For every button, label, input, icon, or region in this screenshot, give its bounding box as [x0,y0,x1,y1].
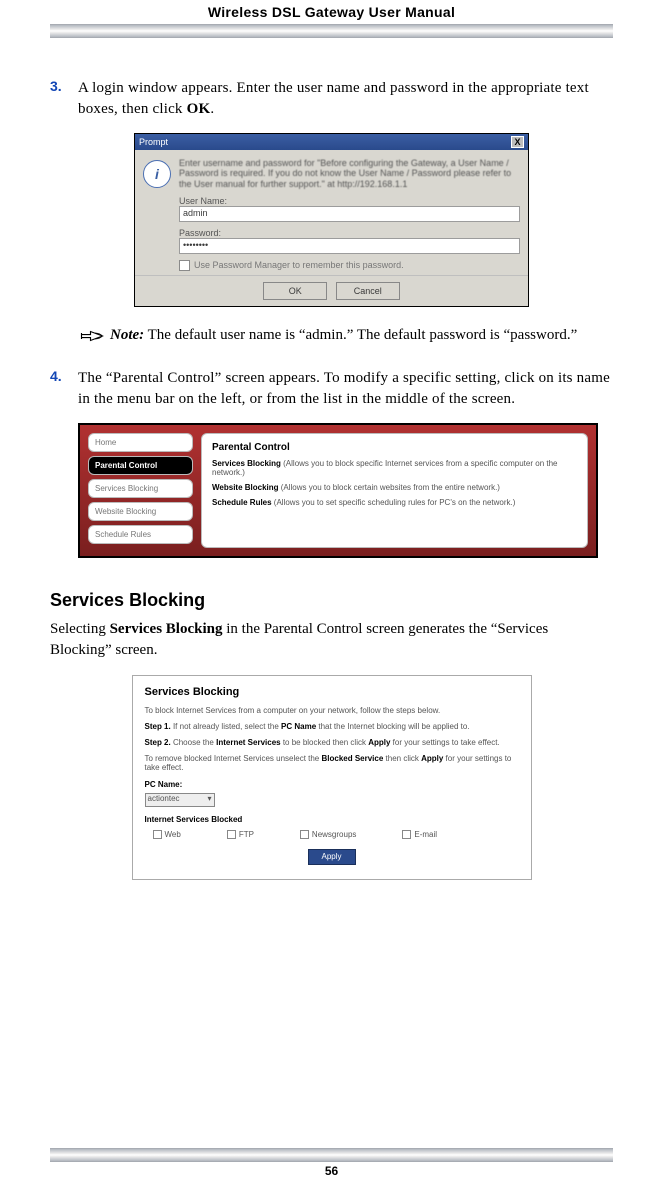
pointing-hand-icon [80,325,110,350]
checkbox-icon[interactable] [300,830,309,839]
cancel-button[interactable]: Cancel [336,282,400,300]
note-block: Note: The default user name is “admin.” … [80,325,613,350]
checkbox-icon[interactable] [402,830,411,839]
info-icon: i [143,160,171,188]
checkbox-icon[interactable] [227,830,236,839]
login-dialog: Prompt X i Enter username and password f… [134,133,529,307]
page-number: 56 [50,1164,613,1178]
login-titlebar: Prompt X [135,134,528,150]
pc-link-schedule-rules[interactable]: Schedule Rules (Allows you to set specif… [212,498,577,507]
header-rule [50,24,613,38]
step-3-text-a: A login window appears. Enter the user n… [78,80,589,117]
note-text: Note: The default user name is “admin.” … [110,325,577,350]
password-input[interactable]: •••••••• [179,238,520,254]
step-4: 4. The “Parental Control” screen appears… [50,368,613,411]
check-web[interactable]: Web [153,830,181,839]
apply-button[interactable]: Apply [308,849,356,865]
login-title: Prompt [139,137,168,147]
check-ftp[interactable]: FTP [227,830,254,839]
ok-bold: OK [187,101,211,117]
check-newsgroups[interactable]: Newsgroups [300,830,356,839]
internet-services-blocked-label: Internet Services Blocked [145,815,519,824]
step-3: 3. A login window appears. Enter the use… [50,78,613,121]
note-lead: Note: [110,327,144,343]
username-label: User Name: [179,196,520,206]
ok-button[interactable]: OK [263,282,327,300]
header-title: Wireless DSL Gateway User Manual [50,4,613,23]
step-3-text: A login window appears. Enter the user n… [78,78,613,121]
close-icon[interactable]: X [511,136,524,148]
pc-name-select[interactable]: actiontec [145,793,215,807]
services-blocking-bold: Services Blocking [110,621,223,637]
sidebar-item-parental-control[interactable]: Parental Control [88,456,193,475]
password-label: Password: [179,228,520,238]
sidebar: Home Parental Control Services Blocking … [88,433,193,548]
sb-intro: To block Internet Services from a comput… [145,706,519,715]
login-message: Enter username and password for "Before … [179,158,520,190]
remember-password-label: Use Password Manager to remember this pa… [194,260,404,270]
pc-link-services-blocking[interactable]: Services Blocking (Allows you to block s… [212,459,577,477]
services-blocking-screenshot: Services Blocking To block Internet Serv… [132,675,532,880]
sidebar-item-home[interactable]: Home [88,433,193,452]
sb-step2: Step 2. Choose the Internet Services to … [145,738,519,747]
services-blocking-heading: Services Blocking [50,590,613,611]
checkbox-icon[interactable] [153,830,162,839]
pc-link-website-blocking[interactable]: Website Blocking (Allows you to block ce… [212,483,577,492]
step-3-text-b: . [210,101,214,117]
step-4-text: The “Parental Control” screen appears. T… [78,368,613,411]
sb-title: Services Blocking [145,686,519,698]
parental-control-screenshot: Home Parental Control Services Blocking … [78,423,598,558]
sb-remove-note: To remove blocked Internet Services unse… [145,754,519,772]
pc-name-label: PC Name: [145,780,519,789]
sidebar-item-schedule-rules[interactable]: Schedule Rules [88,525,193,544]
step-3-number: 3. [50,78,78,121]
note-body: The default user name is “admin.” The de… [144,327,577,343]
sidebar-item-website-blocking[interactable]: Website Blocking [88,502,193,521]
username-input[interactable]: admin [179,206,520,222]
parental-control-main: Parental Control Services Blocking (Allo… [201,433,588,548]
services-blocking-paragraph: Selecting Services Blocking in the Paren… [50,619,613,661]
sb-step1: Step 1. If not already listed, select th… [145,722,519,731]
pc-title: Parental Control [212,442,577,453]
sidebar-item-services-blocking[interactable]: Services Blocking [88,479,193,498]
remember-password-checkbox[interactable] [179,260,190,271]
check-email[interactable]: E-mail [402,830,437,839]
footer-rule [50,1148,613,1162]
step-4-number: 4. [50,368,78,411]
